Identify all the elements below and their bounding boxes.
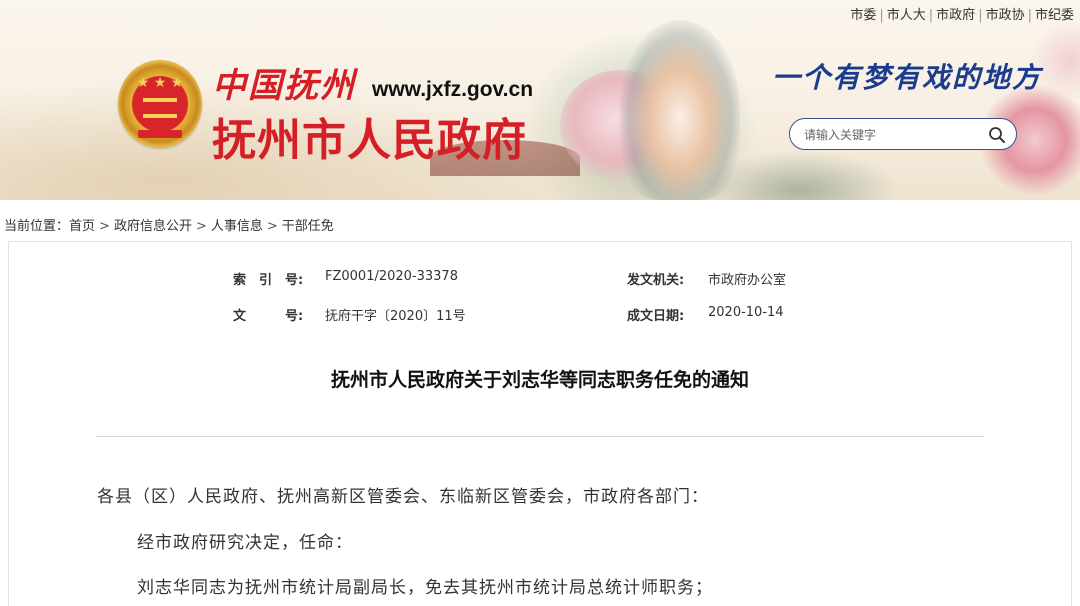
meta-date-value: 2020-10-14 <box>708 305 784 320</box>
breadcrumb-label: 当前位置： <box>4 219 70 234</box>
search-input[interactable] <box>804 125 984 145</box>
breadcrumb: 当前位置：首页 > 政府信息公开 > 人事信息 > 干部任免 <box>4 215 334 234</box>
top-link-discipline[interactable]: 市纪委 <box>1035 8 1074 23</box>
site-url[interactable]: www.jxfz.gov.cn <box>372 78 533 102</box>
emblem-ribbon <box>138 130 182 138</box>
top-link-cppcc[interactable]: 市政协 <box>986 8 1025 23</box>
breadcrumb-separator: > <box>266 219 278 234</box>
meta-docno-label: 文 号: <box>233 309 304 324</box>
search-icon[interactable] <box>988 126 1006 144</box>
top-link-party[interactable]: 市委 <box>850 8 876 23</box>
meta-docno-value: 抚府干字〔2020〕11号 <box>325 309 466 324</box>
document-paragraph-decision: 经市政府研究决定，任命： <box>137 533 353 553</box>
document-paragraph-appointment: 刘志华同志为抚州市统计局副局长，免去其抚州市统计局总统计师职务； <box>137 578 713 598</box>
national-emblem-icon[interactable]: ★ ★ ★ <box>118 60 202 148</box>
top-link-congress[interactable]: 市人大 <box>887 8 926 23</box>
site-logo-cn[interactable]: 中国抚州 <box>212 58 356 107</box>
meta-date-label: 成文日期: <box>627 309 685 324</box>
separator: | <box>1027 8 1032 23</box>
banner-leaves-image <box>700 150 900 200</box>
meta-issuer-label: 发文机关: <box>627 273 685 288</box>
header-banner: ★ ★ ★ 中国抚州 www.jxfz.gov.cn 抚州市人民政府 一个有梦有… <box>0 0 1080 200</box>
search-box <box>789 118 1017 150</box>
top-link-government[interactable]: 市政府 <box>936 8 975 23</box>
meta-index-value: FZ0001/2020-33378 <box>325 269 458 284</box>
breadcrumb-personnel[interactable]: 人事信息 <box>211 219 263 234</box>
separator: | <box>879 8 884 23</box>
title-divider <box>96 436 984 437</box>
meta-index-label: 索 引 号: <box>233 273 304 288</box>
breadcrumb-gov-info[interactable]: 政府信息公开 <box>114 219 192 234</box>
separator: | <box>928 8 934 23</box>
site-title[interactable]: 抚州市人民政府 <box>212 104 527 168</box>
meta-issuer-value: 市政府办公室 <box>708 273 787 288</box>
document-title: 抚州市人民政府关于刘志华等同志职务任免的通知 <box>330 369 749 391</box>
breadcrumb-separator: > <box>99 219 110 234</box>
breadcrumb-separator: > <box>195 219 207 234</box>
document-paragraph-addressee: 各县（区）人民政府、抚州高新区管委会、东临新区管委会，市政府各部门： <box>97 487 709 507</box>
breadcrumb-appointments[interactable]: 干部任免 <box>282 219 334 234</box>
top-links: 市委 | 市人大 | 市政府 | 市政协 | 市纪委 <box>850 4 1074 23</box>
separator: | <box>978 8 983 23</box>
emblem-gate <box>143 98 177 118</box>
slogan: 一个有梦有戏的地方 <box>772 61 1043 94</box>
emblem-stars: ★ ★ ★ <box>136 75 184 91</box>
breadcrumb-home[interactable]: 首页 <box>69 219 95 234</box>
